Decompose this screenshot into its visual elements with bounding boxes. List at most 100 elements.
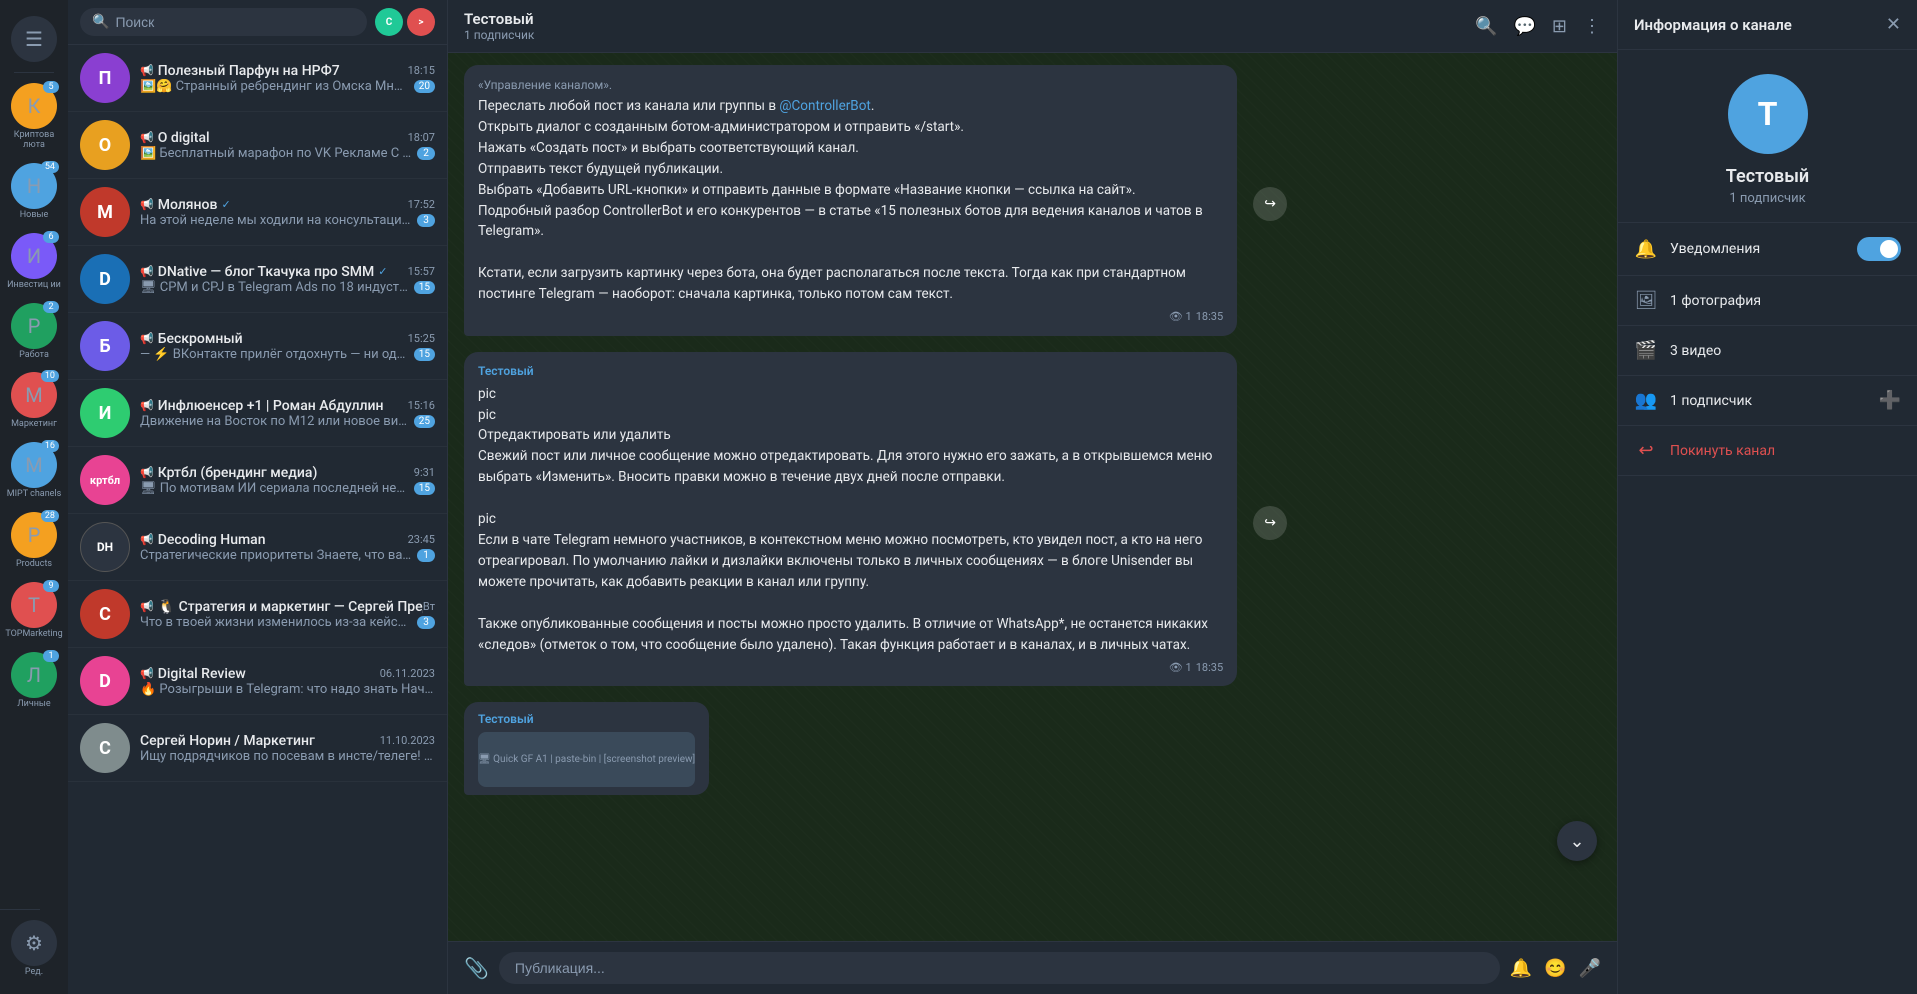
settings-icon: ⚙ bbox=[11, 920, 57, 966]
scroll-down-button[interactable]: ⌄ bbox=[1557, 821, 1597, 861]
chat-header-title: Тестовый bbox=[464, 10, 534, 28]
chat-item-norin[interactable]: С Сергей Норин / Маркетинг 11.10.2023 Ищ… bbox=[68, 715, 447, 782]
sidebar-item-settings[interactable]: ⚙ Ред. bbox=[0, 914, 68, 984]
chat-header-left: Тестовый 1 подписчик bbox=[464, 10, 534, 42]
msg-row-2: Тестовый pic pic Отредактировать или уда… bbox=[464, 352, 1601, 694]
chat-preview-influencer: Движение на Восток по М12 или новое виде… bbox=[140, 414, 435, 429]
notification-label: Уведомления bbox=[1670, 241, 1845, 257]
chat-name-digitalreview: 📢 Digital Review bbox=[140, 666, 246, 682]
chat-time-beskormniy: 15:25 bbox=[408, 332, 435, 345]
notification-icon[interactable]: 🔔 bbox=[1510, 958, 1532, 979]
megaphone-icon: 📢 bbox=[140, 64, 154, 77]
crypto-avatar: К 5 bbox=[11, 83, 57, 129]
search-icon: 🔍 bbox=[92, 14, 109, 30]
right-panel-title: Информация о канале bbox=[1634, 16, 1792, 34]
panel-leave[interactable]: ↩ Покинуть канал bbox=[1618, 426, 1917, 476]
chat-name-krtbl: 📢 Кртбл (брендинг медиа) bbox=[140, 465, 317, 481]
message-1: «Управление каналом». Переслать любой по… bbox=[464, 65, 1237, 336]
chat-item-strategy[interactable]: С 📢 🐧 Стратегия и маркетинг — Сергей Пре… bbox=[68, 581, 447, 648]
chat-item-digitalreview[interactable]: D 📢 Digital Review 06.11.2023 🔥 Розыгрыш… bbox=[68, 648, 447, 715]
chat-item-dnative[interactable]: D 📢 DNative — блог Ткачука про SMM ✓ 15:… bbox=[68, 246, 447, 313]
sidebar-item-new[interactable]: Н 54 Новые bbox=[0, 157, 68, 227]
chat-item-influencer[interactable]: И 📢 Инфлюенсер +1 | Роман Абдуллин 15:16… bbox=[68, 380, 447, 447]
add-subscriber-icon[interactable]: ➕ bbox=[1879, 390, 1901, 411]
sidebar-label-marketing: Маркетинг bbox=[11, 420, 57, 430]
new-badge: 54 bbox=[41, 161, 59, 173]
chat-item-parfun[interactable]: П 📢 Полезный Парфун на НРФ7 18:15 🖼️🤗 Ст… bbox=[68, 45, 447, 112]
chat-item-krtbl[interactable]: кртбл 📢 Кртбл (брендинг медиа) 9:31 🖥 По… bbox=[68, 447, 447, 514]
sidebar: ☰ К 5 Криптова люта Н 54 Новые И 6 Инвес… bbox=[0, 0, 68, 994]
personal-avatar: Л 1 bbox=[11, 652, 57, 698]
chat-preview-parfun: 🖼️🤗 Странный ребрендинг из Омска Многие … bbox=[140, 79, 435, 94]
chat-preview-decoding: Стратегические приоритеты Знаете, что ва… bbox=[140, 548, 435, 563]
bubble-sender-2: Тестовый bbox=[478, 362, 1223, 380]
forward-btn-2[interactable]: ↪ bbox=[1253, 506, 1287, 540]
unread-molyanov: 3 bbox=[417, 214, 435, 227]
bot-badge-1[interactable]: C bbox=[375, 8, 403, 36]
chat-top-norin: Сергей Норин / Маркетинг 11.10.2023 bbox=[140, 733, 435, 749]
search-input[interactable] bbox=[115, 14, 355, 30]
subscribers-panel-icon: 👥 bbox=[1634, 390, 1658, 411]
chat-avatar-molyanov: М bbox=[80, 187, 130, 237]
bot-badge-2[interactable]: > bbox=[407, 8, 435, 36]
panel-notifications[interactable]: 🔔 Уведомления bbox=[1618, 223, 1917, 276]
sidebar-label-settings: Ред. bbox=[25, 968, 43, 978]
chat-info-strategy: 📢 🐧 Стратегия и маркетинг — Сергей Предк… bbox=[140, 599, 435, 630]
unread-krtbl: 15 bbox=[414, 482, 435, 495]
chat-name-decoding: 📢 Decoding Human bbox=[140, 532, 266, 548]
close-panel-button[interactable]: ✕ bbox=[1886, 14, 1901, 35]
chat-preview-strategy: Что в твоей жизни изменилось из-за кейса… bbox=[140, 615, 435, 630]
chat-preview-dnative: 🖥 СРМ и СРЈ в Telegram Ads по 18 индустр… bbox=[140, 280, 435, 295]
forward-btn-1[interactable]: ↪ bbox=[1253, 187, 1287, 221]
verified-molyanov: ✓ bbox=[221, 198, 230, 211]
bubble-meta-1: 👁 1 18:35 bbox=[478, 309, 1223, 326]
products-badge: 28 bbox=[41, 510, 59, 522]
chat-info-norin: Сергей Норин / Маркетинг 11.10.2023 Ищу … bbox=[140, 733, 435, 764]
megaphone-icon-4: 📢 bbox=[140, 265, 154, 278]
sidebar-menu[interactable]: ☰ bbox=[0, 10, 68, 68]
bubble-sender-3: Тестовый bbox=[478, 710, 695, 728]
sidebar-item-mipt[interactable]: M 16 MIPT chanels bbox=[0, 436, 68, 506]
chat-item-beskormniy[interactable]: Б 📢 Бескромный 15:25 — ⚡ ВКонтакте прилё… bbox=[68, 313, 447, 380]
search-chat-icon[interactable]: 🔍 bbox=[1475, 16, 1497, 37]
chat-item-decoding[interactable]: DH 📢 Decoding Human 23:45 Стратегические… bbox=[68, 514, 447, 581]
chat-preview-beskormniy: — ⚡ ВКонтакте прилёг отдохнуть — ни один… bbox=[140, 347, 435, 362]
chat-info-odigital: 📢 O digital 18:07 🖼️ Бесплатный марафон … bbox=[140, 130, 435, 161]
msg-row-3: Тестовый 🖥 Quick GF A1 | paste-bin | [sc… bbox=[464, 702, 1601, 803]
chat-header-sub: 1 подписчик bbox=[464, 28, 534, 42]
attach-icon[interactable]: 📎 bbox=[464, 956, 489, 980]
input-actions: 🔔 😊 🎤 bbox=[1510, 958, 1601, 979]
layout-icon[interactable]: ⊞ bbox=[1552, 16, 1567, 37]
unread-influencer: 25 bbox=[414, 415, 435, 428]
sidebar-item-marketing[interactable]: М 10 Маркетинг bbox=[0, 366, 68, 436]
chat-item-molyanov[interactable]: М 📢 Молянов ✓ 17:52 На этой неделе мы хо… bbox=[68, 179, 447, 246]
unread-odigital: 2 bbox=[417, 147, 435, 160]
chat-name-norin: Сергей Норин / Маркетинг bbox=[140, 733, 315, 749]
bubble-meta-2: 👁 1 18:35 bbox=[478, 660, 1223, 677]
panel-photos[interactable]: 🖼 1 фотография bbox=[1618, 276, 1917, 326]
megaphone-icon-8: 📢 bbox=[140, 533, 154, 546]
sidebar-item-invest[interactable]: И 6 Инвестиц ии bbox=[0, 227, 68, 297]
sidebar-item-work[interactable]: Р 2 Работа bbox=[0, 297, 68, 367]
search-wrap: 🔍 bbox=[80, 8, 367, 36]
chat-info-digitalreview: 📢 Digital Review 06.11.2023 🔥 Розыгрыши … bbox=[140, 666, 435, 697]
bubble-time-2: 18:35 bbox=[1196, 660, 1223, 677]
sidebar-bottom: ⚙ Ред. bbox=[0, 905, 68, 984]
sidebar-item-products[interactable]: P 28 Products bbox=[0, 506, 68, 576]
notification-toggle[interactable] bbox=[1857, 237, 1901, 261]
chat-avatar-digitalreview: D bbox=[80, 656, 130, 706]
panel-videos[interactable]: 🎬 3 видео bbox=[1618, 326, 1917, 376]
sidebar-item-personal[interactable]: Л 1 Личные bbox=[0, 646, 68, 716]
emoji-icon[interactable]: 😊 bbox=[1544, 958, 1566, 979]
sidebar-item-crypto[interactable]: К 5 Криптова люта bbox=[0, 77, 68, 157]
bubble-views-2: 👁 1 bbox=[1169, 660, 1192, 677]
panel-subscribers[interactable]: 👥 1 подписчик ➕ bbox=[1618, 376, 1917, 426]
chat-time-odigital: 18:07 bbox=[408, 131, 435, 144]
voice-icon[interactable]: 💬 bbox=[1513, 16, 1535, 37]
controller-bot-link[interactable]: @ControllerBot bbox=[779, 98, 870, 114]
message-input[interactable] bbox=[499, 952, 1500, 984]
sidebar-item-topmarketing[interactable]: T 9 TOPMarketing bbox=[0, 576, 68, 646]
mic-icon[interactable]: 🎤 bbox=[1579, 958, 1601, 979]
chat-item-odigital[interactable]: O 📢 O digital 18:07 🖼️ Бесплатный марафо… bbox=[68, 112, 447, 179]
more-icon[interactable]: ⋮ bbox=[1583, 16, 1601, 37]
